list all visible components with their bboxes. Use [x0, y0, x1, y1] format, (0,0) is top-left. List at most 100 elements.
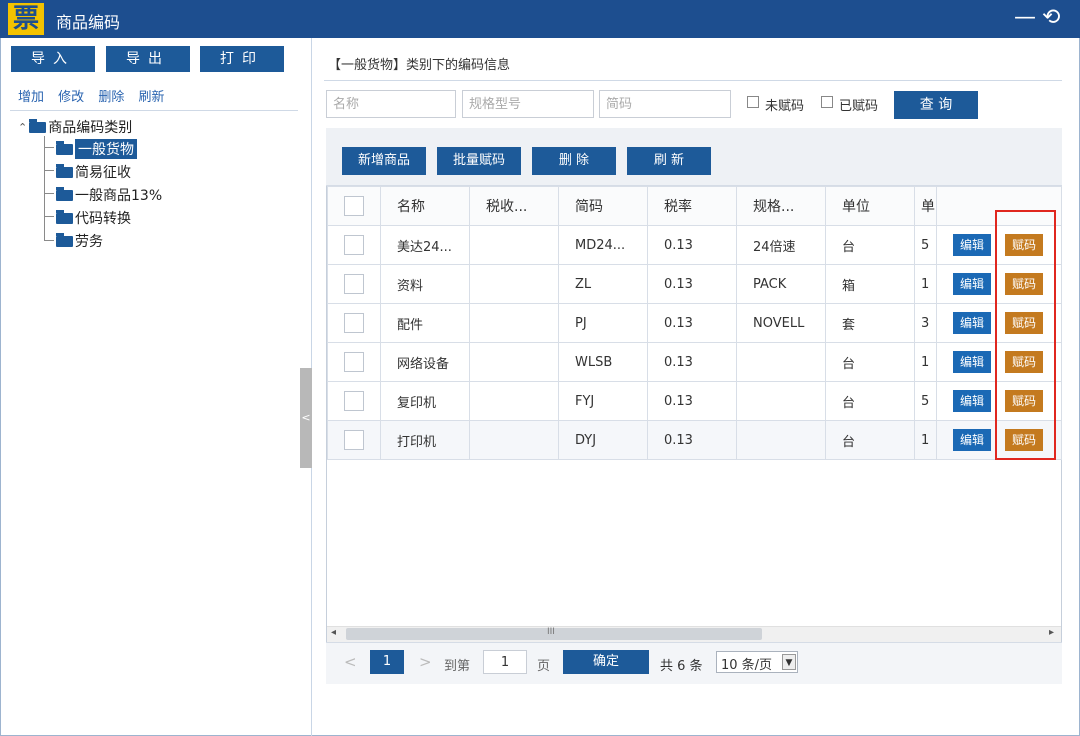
column-header-unit[interactable]: 单位 — [825, 186, 915, 226]
folder-icon — [56, 163, 73, 178]
tree-item-general-goods[interactable]: 一般货物 — [56, 139, 137, 159]
cell-spec — [736, 420, 826, 460]
export-button[interactable]: 导出 — [106, 46, 190, 72]
unassigned-checkbox[interactable] — [747, 96, 759, 108]
cell-unit: 台 — [825, 225, 915, 265]
tree-item-general-13[interactable]: 一般商品13% — [56, 185, 162, 205]
tree-root-label: 商品编码类别 — [48, 120, 133, 136]
edit-button[interactable]: 编辑 — [953, 390, 991, 412]
scroll-left-arrow-icon[interactable]: ◂ — [331, 627, 336, 638]
import-button[interactable]: 导入 — [11, 46, 95, 72]
column-header-tax-category[interactable]: 税收... — [469, 186, 559, 226]
edit-button[interactable]: 编辑 — [953, 351, 991, 373]
tree-line — [44, 240, 54, 241]
edit-category-link[interactable]: 修改 — [58, 90, 84, 105]
row-checkbox[interactable] — [344, 274, 364, 294]
cell-short-code: FYJ — [558, 381, 648, 421]
folder-icon — [29, 118, 47, 133]
add-product-button[interactable]: 新增商品 — [342, 147, 426, 175]
next-page-icon[interactable]: > — [419, 653, 432, 671]
page-size-select[interactable]: 10 条/页 ▼ — [716, 651, 798, 673]
table-row[interactable]: 配件 PJ 0.13 NOVELL 套 3 编辑 赋码 — [327, 303, 1062, 343]
row-select-cell — [327, 303, 381, 343]
row-checkbox[interactable] — [344, 235, 364, 255]
scroll-right-arrow-icon[interactable]: ▸ — [1049, 627, 1054, 638]
row-select-cell — [327, 420, 381, 460]
total-count: 共 6 条 — [660, 659, 703, 674]
prev-page-icon[interactable]: < — [344, 653, 357, 671]
tree-root[interactable]: ⌃ 商品编码类别 — [18, 117, 132, 137]
spec-search-input[interactable] — [462, 90, 594, 118]
tree-item-label: 一般商品13% — [75, 188, 163, 204]
add-category-link[interactable]: 增加 — [18, 90, 44, 105]
cell-short-code: MD24... — [558, 225, 648, 265]
delete-button[interactable]: 删 除 — [532, 147, 616, 175]
refresh-button[interactable]: 刷 新 — [627, 147, 711, 175]
folder-icon — [56, 140, 73, 155]
cell-price: 1 — [914, 264, 937, 304]
select-all-cell — [327, 186, 381, 226]
table-row[interactable]: 网络设备 WLSB 0.13 台 1 编辑 赋码 — [327, 342, 1062, 382]
column-header-short-code[interactable]: 简码 — [558, 186, 648, 226]
cell-tax-category — [469, 420, 559, 460]
table-row[interactable]: 资料 ZL 0.13 PACK 箱 1 编辑 赋码 — [327, 264, 1062, 304]
query-button[interactable]: 查 询 — [894, 91, 978, 119]
name-search-input[interactable] — [326, 90, 456, 118]
edit-button[interactable]: 编辑 — [953, 429, 991, 451]
cell-spec — [736, 342, 826, 382]
column-header-price[interactable]: 单 — [914, 186, 937, 226]
tree-line — [44, 147, 54, 148]
row-checkbox[interactable] — [344, 313, 364, 333]
table-row[interactable]: 美达24... MD24... 0.13 24倍速 台 5 编辑 赋码 — [327, 225, 1062, 265]
cell-tax-rate: 0.13 — [647, 420, 737, 460]
cell-name: 复印机 — [380, 381, 470, 421]
cell-name: 配件 — [380, 303, 470, 343]
product-table: 名称 税收... 简码 税率 规格... 单位 单 美达24... MD24..… — [327, 186, 1062, 460]
column-header-name[interactable]: 名称 — [380, 186, 470, 226]
tree-item-labor[interactable]: 劳务 — [56, 231, 103, 251]
table-row[interactable]: 复印机 FYJ 0.13 台 5 编辑 赋码 — [327, 381, 1062, 421]
column-header-spec[interactable]: 规格... — [736, 186, 826, 226]
cell-tax-category — [469, 342, 559, 382]
tree-item-code-conversion[interactable]: 代码转换 — [56, 208, 131, 228]
minimize-icon[interactable]: — — [1014, 3, 1036, 33]
current-page-button[interactable]: 1 — [370, 650, 404, 674]
batch-assign-button[interactable]: 批量赋码 — [437, 147, 521, 175]
select-all-checkbox[interactable] — [344, 196, 364, 216]
chevron-down-icon[interactable]: ▼ — [782, 654, 796, 670]
code-search-input[interactable] — [599, 90, 731, 118]
row-checkbox[interactable] — [344, 352, 364, 372]
refresh-category-link[interactable]: 刷新 — [138, 90, 164, 105]
edit-button[interactable]: 编辑 — [953, 312, 991, 334]
page-title: 【一般货物】类别下的编码信息 — [328, 58, 511, 73]
collapse-arrow-icon[interactable]: ⌃ — [18, 121, 27, 134]
cell-tax-category — [469, 381, 559, 421]
cell-unit: 台 — [825, 420, 915, 460]
goto-page-input[interactable] — [483, 650, 527, 674]
confirm-goto-button[interactable]: 确定 — [563, 650, 649, 674]
folder-icon — [56, 186, 73, 201]
row-checkbox[interactable] — [344, 391, 364, 411]
edit-button[interactable]: 编辑 — [953, 273, 991, 295]
cell-price: 3 — [914, 303, 937, 343]
cell-spec: NOVELL — [736, 303, 826, 343]
tree-item-label: 代码转换 — [75, 211, 131, 227]
cell-spec: 24倍速 — [736, 225, 826, 265]
print-button[interactable]: 打印 — [200, 46, 284, 72]
cell-tax-category — [469, 264, 559, 304]
cell-price: 5 — [914, 381, 937, 421]
tree-item-label: 一般货物 — [75, 139, 137, 159]
restore-icon[interactable]: ⟲ — [1042, 3, 1060, 33]
folder-icon — [56, 209, 73, 224]
delete-category-link[interactable]: 删除 — [98, 90, 124, 105]
row-checkbox[interactable] — [344, 430, 364, 450]
collapse-panel-handle[interactable]: < — [300, 368, 312, 468]
cell-spec — [736, 381, 826, 421]
column-header-tax-rate[interactable]: 税率 — [647, 186, 737, 226]
edit-button[interactable]: 编辑 — [953, 234, 991, 256]
tree-line — [44, 170, 54, 171]
assigned-checkbox[interactable] — [821, 96, 833, 108]
tree-item-label: 劳务 — [75, 234, 103, 250]
table-row[interactable]: 打印机 DYJ 0.13 台 1 编辑 赋码 — [327, 420, 1062, 460]
tree-item-simple-levy[interactable]: 简易征收 — [56, 162, 131, 182]
